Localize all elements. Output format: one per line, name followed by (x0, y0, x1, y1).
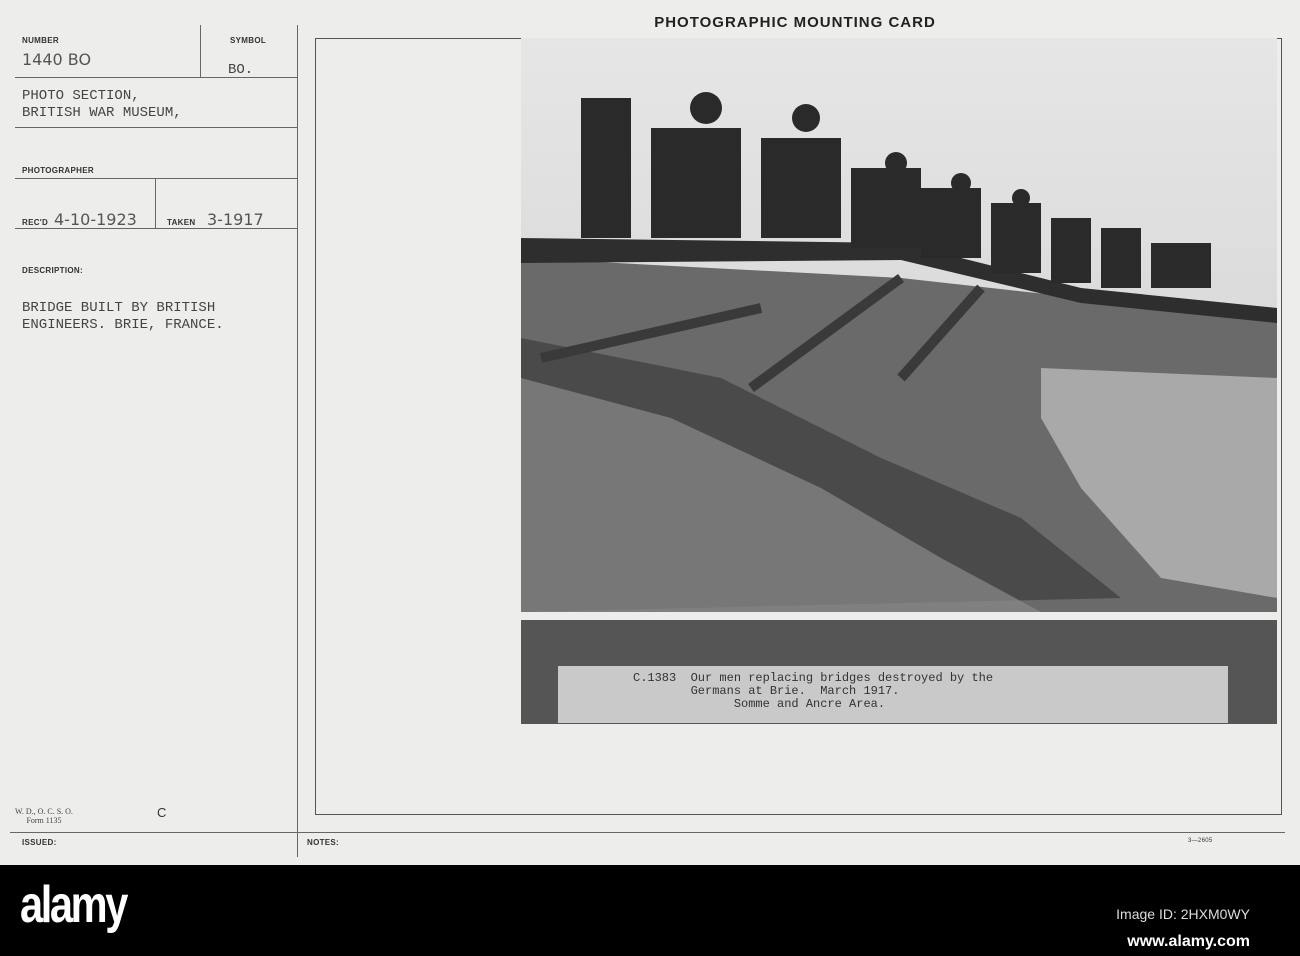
mounting-card: Photographic Mounting Card NUMBER 1440 B… (0, 0, 1300, 865)
description-label: DESCRIPTION: (22, 266, 83, 275)
description-line-2: ENGINEERS. BRIE, FRANCE. (22, 317, 224, 333)
photograph (521, 38, 1277, 612)
issued-label: ISSUED: (22, 838, 57, 847)
divider (15, 178, 297, 179)
symbol-label: SYMBOL (230, 36, 267, 45)
number-label: NUMBER (22, 36, 59, 45)
notes-label: NOTES: (307, 838, 340, 847)
divider (10, 832, 1285, 833)
number-value: 1440 BO (22, 50, 92, 69)
form-line-2: Form 1135 (26, 816, 62, 825)
site-url[interactable]: www.alamy.com (1116, 928, 1250, 956)
recd-value: 4-10-1923 (54, 210, 137, 229)
form-letter: C (157, 805, 167, 820)
divider (15, 127, 297, 128)
image-id: Image ID: 2HXM0WY (1116, 906, 1250, 922)
divider (15, 228, 297, 229)
divider (200, 25, 201, 77)
alamy-logo: alamy (20, 876, 128, 934)
photo-caption: C.1383 Our men replacing bridges destroy… (558, 666, 1228, 723)
taken-label: TAKEN (167, 218, 196, 227)
divider (15, 77, 297, 78)
watermark-footer: alamy Image ID: 2HXM0WY www.alamy.com (0, 865, 1300, 955)
recd-label: REC'D (22, 218, 49, 227)
card-title: Photographic Mounting Card (654, 14, 936, 31)
taken-value: 3-1917 (207, 210, 264, 229)
divider (155, 178, 156, 228)
form-line-1: W. D., O. C. S. O. (15, 807, 73, 816)
source-line-2: BRITISH WAR MUSEUM, (22, 105, 182, 121)
print-code: 3—2605 (1188, 838, 1213, 844)
description-line-1: BRIDGE BUILT BY BRITISH (22, 300, 216, 316)
source-line-1: PHOTO SECTION, (22, 88, 140, 104)
column-divider (297, 25, 298, 857)
photographer-label: PHOTOGRAPHER (22, 166, 94, 175)
